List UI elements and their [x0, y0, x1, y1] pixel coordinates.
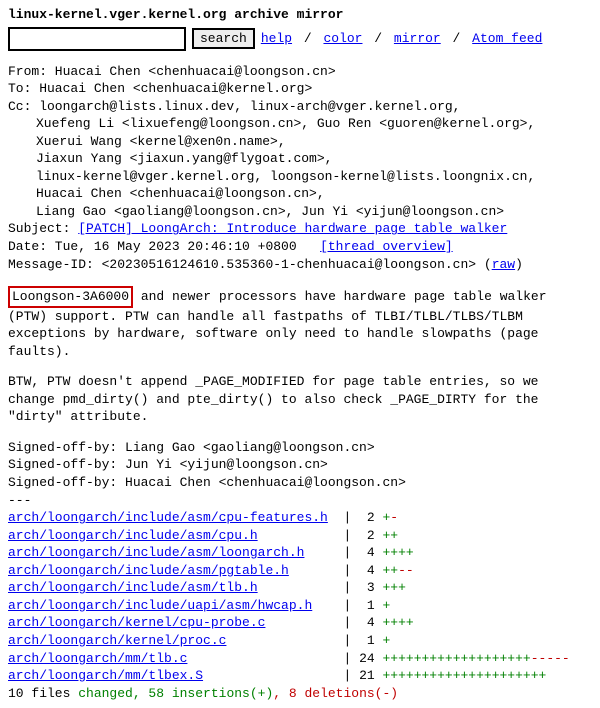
diff-stats: | 24 +++++++++++++++++++----- — [187, 650, 569, 668]
diffstat-row: arch/loongarch/include/asm/cpu.h | 2 ++ — [8, 527, 592, 545]
raw-link[interactable]: raw — [492, 257, 515, 272]
diffstat-row: arch/loongarch/mm/tlb.c | 24 +++++++++++… — [8, 650, 592, 668]
cc-line: Xuerui Wang <kernel@xen0n.name>, — [36, 133, 592, 151]
diffstat-row: arch/loongarch/kernel/proc.c | 1 + — [8, 632, 592, 650]
header-cc: Cc: loongarch@lists.linux.dev, linux-arc… — [8, 98, 592, 116]
search-bar: search help / color / mirror / Atom feed — [8, 27, 592, 51]
diffstat-row: arch/loongarch/kernel/cpu-probe.c | 4 ++… — [8, 614, 592, 632]
nav-links: help / color / mirror / Atom feed — [261, 30, 543, 48]
diff-file-link[interactable]: arch/loongarch/kernel/cpu-probe.c — [8, 614, 265, 632]
diff-file-link[interactable]: arch/loongarch/include/asm/pgtable.h — [8, 562, 289, 580]
cc-line: Huacai Chen <chenhuacai@loongson.cn>, — [36, 185, 592, 203]
diff-file-link[interactable]: arch/loongarch/include/asm/cpu.h — [8, 527, 258, 545]
diff-stats: | 4 ++++ — [304, 544, 413, 562]
thread-overview-link[interactable]: [thread overview] — [320, 239, 453, 254]
cc-line: linux-kernel@vger.kernel.org, loongson-k… — [36, 168, 592, 186]
body-p1: Loongson-3A6000 and newer processors hav… — [8, 286, 592, 308]
diffstat-summary: 10 files changed, 58 insertions(+), 8 de… — [8, 685, 592, 703]
header-to: To: Huacai Chen <chenhuacai@kernel.org> — [8, 80, 592, 98]
subject-link[interactable]: [PATCH] LoongArch: Introduce hardware pa… — [78, 221, 507, 236]
summary-pre: 10 files — [8, 686, 78, 701]
atom-link[interactable]: Atom feed — [472, 31, 542, 46]
header-message-id: Message-ID: <20230516124610.535360-1-che… — [8, 256, 592, 274]
diff-stats: | 21 +++++++++++++++++++++ — [203, 667, 546, 685]
subject-label: Subject: — [8, 221, 78, 236]
diff-stats: | 2 +- — [328, 509, 398, 527]
diffstat-row: arch/loongarch/include/asm/pgtable.h | 4… — [8, 562, 592, 580]
summary-changed: changed — [78, 686, 133, 701]
mirror-link[interactable]: mirror — [394, 31, 441, 46]
diffstat-row: arch/loongarch/mm/tlbex.S | 21 +++++++++… — [8, 667, 592, 685]
diffstat-row: arch/loongarch/include/asm/loongarch.h |… — [8, 544, 592, 562]
archive-title: linux-kernel.vger.kernel.org archive mir… — [8, 6, 592, 24]
body-text: (PTW) support. PTW can handle all fastpa… — [8, 308, 592, 361]
summary-ins: , 58 insertions(+) — [133, 686, 273, 701]
cc-line: Jiaxun Yang <jiaxun.yang@flygoat.com>, — [36, 150, 592, 168]
header-from: From: Huacai Chen <chenhuacai@loongson.c… — [8, 63, 592, 81]
cc-line: Liang Gao <gaoliang@loongson.cn>, Jun Yi… — [36, 203, 592, 221]
divider: / — [304, 31, 312, 46]
diffstat-row: arch/loongarch/include/uapi/asm/hwcap.h … — [8, 597, 592, 615]
body-p2: BTW, PTW doesn't append _PAGE_MODIFIED f… — [8, 373, 592, 426]
body-text: and newer processors have hardware page … — [133, 289, 546, 304]
msgid-text: Message-ID: <20230516124610.535360-1-che… — [8, 257, 492, 272]
diff-stats: | 1 + — [226, 632, 390, 650]
diff-stats: | 2 ++ — [258, 527, 398, 545]
summary-del: , 8 deletions(-) — [273, 686, 398, 701]
diff-file-link[interactable]: arch/loongarch/include/uapi/asm/hwcap.h — [8, 597, 312, 615]
signed-off-by: Signed-off-by: Jun Yi <yijun@loongson.cn… — [8, 456, 592, 474]
diff-file-link[interactable]: arch/loongarch/mm/tlbex.S — [8, 667, 203, 685]
msgid-post: ) — [515, 257, 523, 272]
diff-file-link[interactable]: arch/loongarch/kernel/proc.c — [8, 632, 226, 650]
divider: / — [453, 31, 461, 46]
diff-stats: | 3 +++ — [258, 579, 406, 597]
diffstat-row: arch/loongarch/include/asm/cpu-features.… — [8, 509, 592, 527]
signed-off-by: Signed-off-by: Huacai Chen <chenhuacai@l… — [8, 474, 592, 492]
diff-file-link[interactable]: arch/loongarch/include/asm/tlb.h — [8, 579, 258, 597]
header-date: Date: Tue, 16 May 2023 20:46:10 +0800 [t… — [8, 238, 592, 256]
diff-stats: | 1 + — [312, 597, 390, 615]
search-input[interactable] — [8, 27, 186, 51]
highlight-term: Loongson-3A6000 — [8, 286, 133, 308]
cc-list: Xuefeng Li <lixuefeng@loongson.cn>, Guo … — [36, 115, 592, 220]
date-text: Date: Tue, 16 May 2023 20:46:10 +0800 — [8, 239, 320, 254]
header-subject: Subject: [PATCH] LoongArch: Introduce ha… — [8, 220, 592, 238]
diff-stats: | 4 ++++ — [265, 614, 413, 632]
diffstat-row: arch/loongarch/include/asm/tlb.h | 3 +++ — [8, 579, 592, 597]
diff-file-link[interactable]: arch/loongarch/include/asm/cpu-features.… — [8, 509, 328, 527]
signed-off-by: Signed-off-by: Liang Gao <gaoliang@loong… — [8, 439, 592, 457]
diff-file-link[interactable]: arch/loongarch/include/asm/loongarch.h — [8, 544, 304, 562]
diff-stats: | 4 ++-- — [289, 562, 414, 580]
diffstat-block: arch/loongarch/include/asm/cpu-features.… — [8, 509, 592, 684]
color-link[interactable]: color — [323, 31, 362, 46]
diff-file-link[interactable]: arch/loongarch/mm/tlb.c — [8, 650, 187, 668]
search-button[interactable]: search — [192, 28, 255, 49]
cc-line: Xuefeng Li <lixuefeng@loongson.cn>, Guo … — [36, 115, 592, 133]
dashes: --- — [8, 492, 592, 510]
help-link[interactable]: help — [261, 31, 292, 46]
divider: / — [374, 31, 382, 46]
